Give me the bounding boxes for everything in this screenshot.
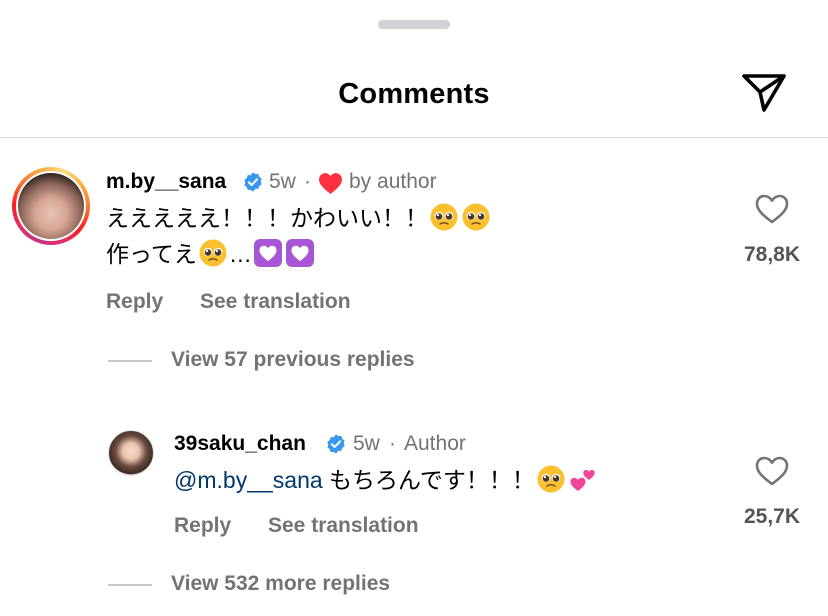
view-more-replies-button[interactable]: View 532 more replies [171,572,390,596]
heart-outline-icon[interactable] [754,455,790,487]
two-hearts-icon [570,469,595,491]
reply-avatar[interactable] [108,430,154,476]
verified-badge-icon [244,172,262,192]
comments-sheet: Comments m.by__sana 5w · by author えええええ… [0,0,828,616]
send-icon[interactable] [740,70,788,114]
avatar[interactable] [18,173,84,239]
sheet-grabber[interactable] [378,20,450,29]
pleading-face-icon [430,203,458,231]
replies-divider [108,360,152,362]
reply-text: @m.by__sana もちろんです！！！ [174,462,599,498]
liked-by-author-label: by author [349,170,437,193]
heart-filled-icon [319,173,342,194]
header-divider [0,137,828,138]
comment-timestamp: 5w [269,170,296,193]
reply-text-body: もちろんです！！！ [322,467,535,493]
pleading-face-icon [199,239,227,267]
like-count: 25,7K [743,505,801,528]
meta-separator: · [389,432,396,455]
see-translation-button[interactable]: See translation [200,290,351,314]
see-translation-button[interactable]: See translation [268,514,419,538]
comment-text-line2: 作ってえ [106,241,197,267]
like-count: 78,8K [743,243,801,266]
reply-button[interactable]: Reply [106,290,163,314]
heart-outline-icon[interactable] [754,193,790,225]
view-previous-replies-button[interactable]: View 57 previous replies [171,348,415,372]
comment-text-line1: えええええ！！！かわいい！！ [106,205,428,231]
reply-username[interactable]: 39saku_chan [174,432,306,456]
pleading-face-icon [462,203,490,231]
white-heart-purple-icon [285,239,314,267]
author-badge: Author [404,432,466,455]
mention-link[interactable]: @m.by__sana [174,467,323,493]
page-title: Comments [338,78,490,110]
comment-text: えええええ！！！かわいい！！ 作ってえ … [106,200,492,272]
white-heart-purple-icon [253,239,282,267]
comment-ellipsis: … [228,241,252,267]
pleading-face-icon [537,465,565,493]
replies-divider [108,584,152,586]
meta-separator: · [304,170,311,193]
comment-username[interactable]: m.by__sana [106,170,226,194]
reply-timestamp: 5w [353,432,380,455]
verified-badge-icon [327,434,345,454]
reply-button[interactable]: Reply [174,514,231,538]
